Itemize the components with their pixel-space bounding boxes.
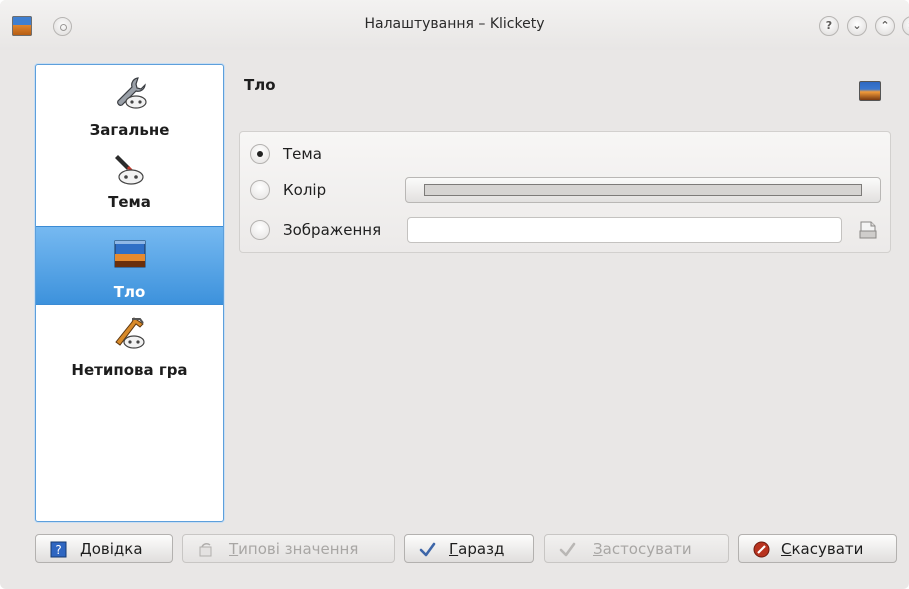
page-title: Тло: [244, 76, 276, 94]
settings-window: Налаштування – Klickety ? ⌄ ⌃ × Загальне…: [0, 0, 909, 589]
help-book-icon: ?: [50, 541, 67, 558]
wrench-gamepad-icon: [117, 77, 147, 109]
landscape-picture-icon: [859, 81, 881, 101]
cancel-label: касувати: [791, 540, 864, 558]
defaults-button[interactable]: Типові значення: [182, 534, 395, 563]
sidebar-item-theme[interactable]: Тема: [36, 147, 223, 225]
settings-page-list[interactable]: Загальне Тема Тло Нетипова гра: [35, 64, 224, 522]
cancel-icon: [753, 541, 770, 558]
maximize-button[interactable]: ⌃: [875, 16, 895, 36]
color-swatch: [424, 184, 862, 196]
image-path-input[interactable]: [407, 217, 842, 243]
sidebar-item-general[interactable]: Загальне: [36, 67, 223, 145]
radio-button[interactable]: [250, 180, 270, 200]
defaults-accelerator: Т: [229, 540, 239, 558]
svg-text:?: ?: [55, 543, 61, 557]
help-button[interactable]: ? Довідка: [35, 534, 173, 563]
radio-label: Тема: [283, 145, 322, 163]
paintbrush-gamepad-icon: [115, 155, 144, 185]
color-picker-button[interactable]: [405, 177, 881, 203]
minimize-button[interactable]: ⌄: [847, 16, 867, 36]
radio-button[interactable]: [250, 144, 270, 164]
radio-label: Зображення: [283, 221, 382, 239]
document-open-icon[interactable]: [857, 219, 879, 241]
sidebar-item-label: Загальне: [89, 121, 170, 139]
apply-accelerator: З: [593, 540, 603, 558]
sidebar-item-label: Тема: [108, 193, 151, 211]
help-title-button[interactable]: ?: [819, 16, 839, 36]
defaults-label: ипові значення: [238, 540, 359, 558]
ok-label: аразд: [458, 540, 505, 558]
cancel-button[interactable]: Скасувати: [738, 534, 897, 563]
radio-label: Колір: [283, 181, 327, 199]
apply-label: астосувати: [602, 540, 692, 558]
apply-button[interactable]: Застосувати: [544, 534, 729, 563]
ok-accelerator: Г: [449, 540, 459, 558]
sidebar-item-background[interactable]: Тло: [36, 226, 223, 305]
hammer-gamepad-icon: [115, 317, 145, 349]
window-title: Налаштування – Klickety: [364, 16, 545, 32]
help-label: овідка: [91, 540, 143, 558]
landscape-picture-icon: [114, 240, 146, 268]
restore-defaults-icon: [199, 543, 212, 557]
sidebar-item-custom-game[interactable]: Нетипова гра: [36, 307, 223, 387]
cancel-accelerator: С: [781, 540, 792, 558]
title-bar[interactable]: Налаштування – Klickety ? ⌄ ⌃ ×: [0, 0, 909, 50]
checkmark-icon: [419, 542, 436, 557]
close-button[interactable]: ×: [902, 16, 909, 36]
help-accelerator: Д: [80, 540, 92, 558]
ok-button[interactable]: Гаразд: [404, 534, 534, 563]
checkmark-icon: [559, 542, 576, 557]
sidebar-item-label: Тло: [113, 283, 146, 301]
radio-button[interactable]: [250, 220, 270, 240]
sidebar-item-label: Нетипова гра: [71, 361, 188, 379]
